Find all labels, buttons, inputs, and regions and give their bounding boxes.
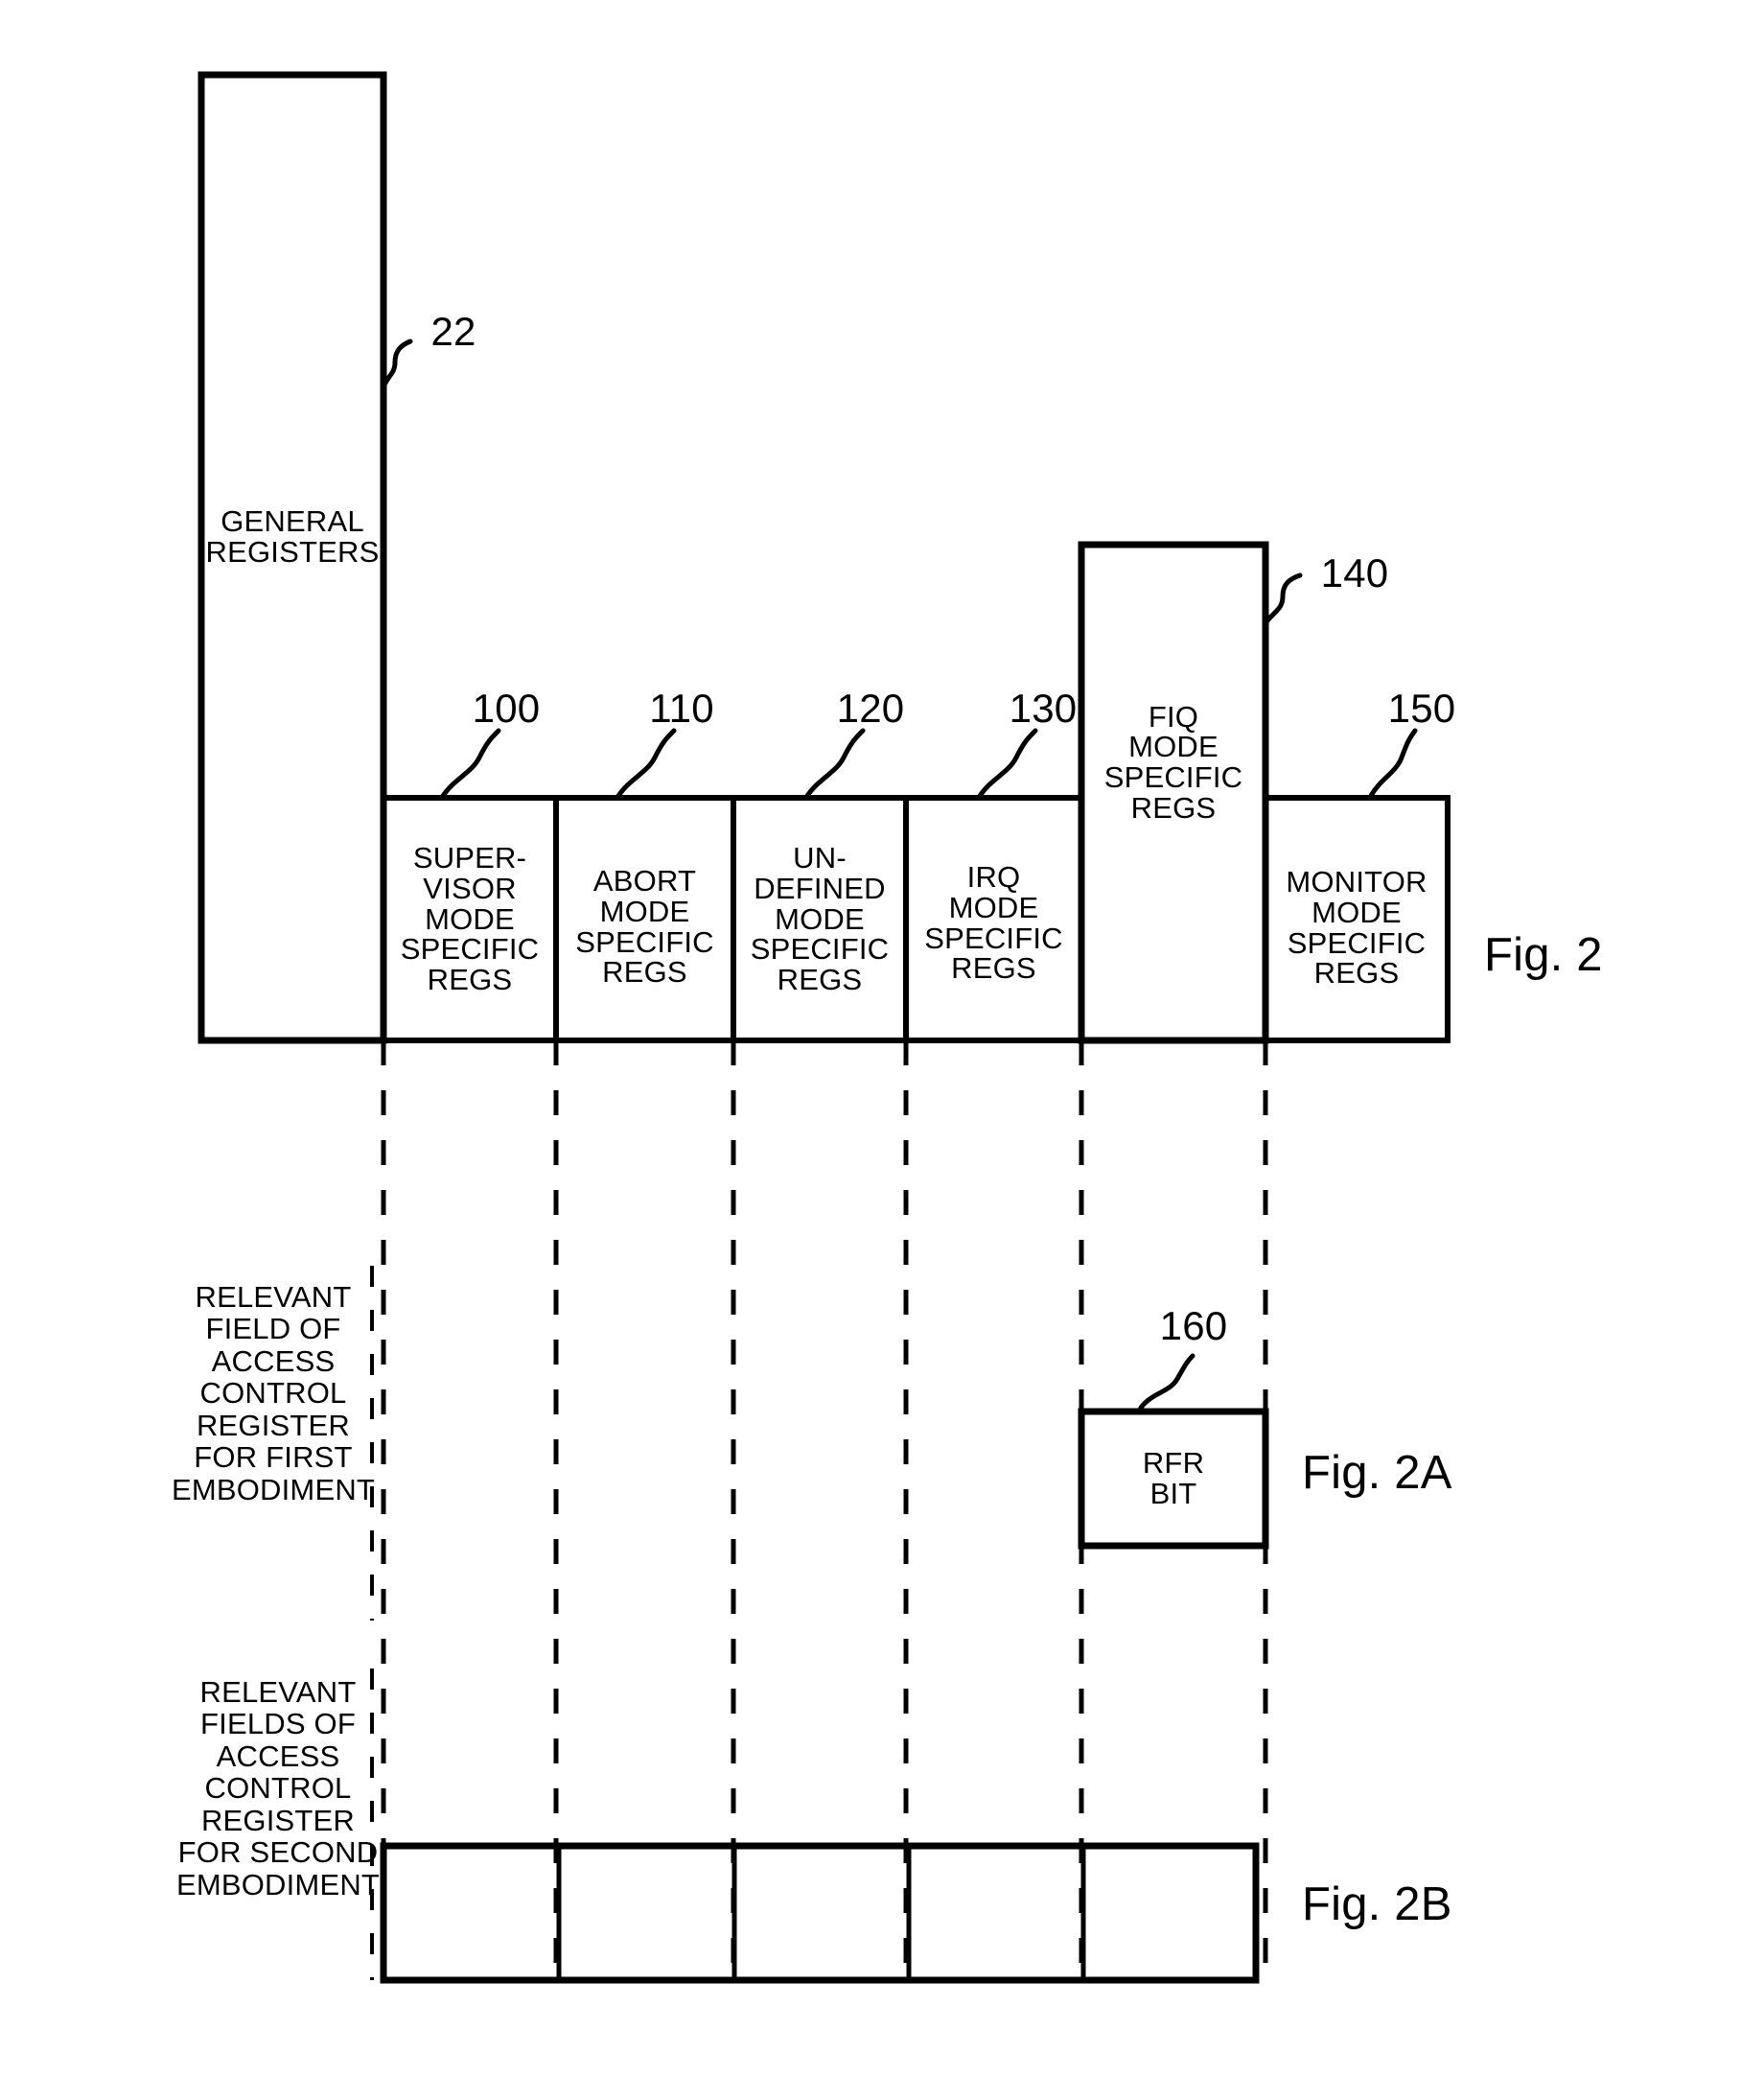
fiq-mode-label: FIQ MODE SPECIFIC REGS [1103, 699, 1243, 825]
irq-mode-label: IRQ MODE SPECIFIC REGS [924, 860, 1063, 986]
second-embodiment-caption: RELEVANT FIELDS OF ACCESS CONTROL REGIST… [175, 1675, 381, 1902]
ref-number-130: 130 [1009, 686, 1078, 731]
figure-label-main: Fig. 2 [1484, 929, 1603, 981]
leader-line-140 [1263, 572, 1303, 626]
leader-line-150 [1368, 728, 1418, 799]
second-embodiment-field-3 [911, 1848, 1081, 1978]
leader-line-22 [381, 338, 413, 390]
abort-mode-label: ABORT MODE SPECIFIC REGS [575, 864, 714, 990]
second-embodiment-field-1 [561, 1848, 732, 1978]
supervisor-mode-label: SUPER- VISOR MODE SPECIFIC REGS [400, 841, 540, 996]
ref-number-100: 100 [472, 686, 541, 731]
ref-number-22: 22 [430, 309, 476, 354]
first-embodiment-caption: RELEVANT FIELD OF ACCESS CONTROL REGISTE… [171, 1280, 376, 1506]
ref-number-120: 120 [836, 686, 905, 731]
leader-line-110 [615, 728, 677, 799]
second-embodiment-field-2 [736, 1848, 907, 1978]
ref-number-140: 140 [1320, 550, 1389, 595]
rfr-bit-label: RFR BIT [1142, 1446, 1205, 1510]
ref-number-150: 150 [1387, 686, 1456, 731]
second-embodiment-field-4 [1085, 1848, 1254, 1978]
figure-label-2a: Fig. 2A [1302, 1447, 1452, 1499]
undefined-mode-label: UN- DEFINED MODE SPECIFIC REGS [750, 841, 890, 996]
leader-line-160 [1138, 1353, 1195, 1411]
leader-line-130 [977, 728, 1038, 799]
general-registers-label: GENERAL REGISTERS [205, 504, 380, 569]
figure-canvas: GENERAL REGISTERS 22 SUPER- VISOR MODE S… [0, 0, 1764, 2100]
monitor-mode-label: MONITOR MODE SPECIFIC REGS [1286, 865, 1427, 991]
ref-number-110: 110 [649, 686, 714, 731]
ref-number-160: 160 [1159, 1303, 1228, 1348]
leader-line-100 [440, 728, 501, 799]
figure-label-2b: Fig. 2B [1302, 1878, 1452, 1930]
second-embodiment-field-0 [385, 1848, 557, 1978]
leader-line-120 [804, 728, 866, 799]
